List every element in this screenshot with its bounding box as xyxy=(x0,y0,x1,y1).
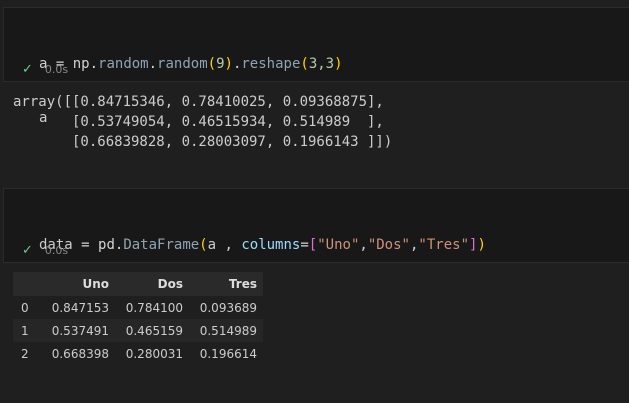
code-token: = xyxy=(300,237,309,253)
code-line-1: data = pd.DataFrame(a , columns=["Uno","… xyxy=(39,236,486,254)
cell-status-1: ✓ 0.0s xyxy=(22,62,68,77)
table-cell: 0.668398 xyxy=(41,342,115,365)
column-header-uno: Uno xyxy=(41,272,115,296)
code-token: pd xyxy=(98,237,115,253)
table-cell: 0.196614 xyxy=(189,342,263,365)
code-token: = xyxy=(72,237,99,253)
check-icon: ✓ xyxy=(22,62,33,77)
column-header-tres: Tres xyxy=(189,272,263,296)
code-token: , xyxy=(359,237,368,253)
code-token: ) xyxy=(477,237,486,253)
code-cell-1[interactable]: a = np.random.random(9).reshape(3,3) a ✓… xyxy=(3,7,629,126)
code-token: columns xyxy=(241,237,301,253)
code-token: random xyxy=(157,56,208,72)
code-token: . xyxy=(89,56,99,72)
output-line: [0.66839828, 0.28003097, 0.1966143 ]]) xyxy=(13,134,393,150)
table-cell: 0.514989 xyxy=(189,319,263,342)
table-row: 1 0.537491 0.465159 0.514989 xyxy=(13,319,263,342)
execution-time: 0.0s xyxy=(44,63,69,76)
code-token: . xyxy=(148,56,158,72)
notebook-page: a = np.random.random(9).reshape(3,3) a ✓… xyxy=(0,0,629,403)
code-line-1: a = np.random.random(9).reshape(3,3) xyxy=(39,55,343,73)
table-row: 2 0.668398 0.280031 0.196614 xyxy=(13,342,263,365)
index-header xyxy=(13,272,41,296)
cell-output-1: array([[0.84715346, 0.78410025, 0.093688… xyxy=(13,92,392,152)
execution-time: 0.0s xyxy=(44,244,69,257)
row-index: 0 xyxy=(13,296,41,319)
row-index: 1 xyxy=(13,319,41,342)
column-header-dos: Dos xyxy=(115,272,189,296)
code-token: 9 xyxy=(216,56,225,72)
code-token: ( xyxy=(199,237,208,253)
code-token: 3,3 xyxy=(308,56,335,72)
code-token: np xyxy=(72,56,90,72)
code-token: ( xyxy=(300,56,309,72)
code-token: ) xyxy=(224,56,233,72)
code-cell-2[interactable]: data = pd.DataFrame(a , columns=["Uno","… xyxy=(3,188,629,307)
code-token: "Dos" xyxy=(367,237,410,253)
code-token: [ xyxy=(308,237,318,253)
table-cell: 0.784100 xyxy=(115,296,189,319)
code-token: reshape xyxy=(241,56,301,72)
table-cell: 0.280031 xyxy=(115,342,189,365)
table-cell: 0.847153 xyxy=(41,296,115,319)
code-token: , xyxy=(216,237,242,253)
cell-status-2: ✓ 0.0s xyxy=(22,243,68,258)
table-header-row: Uno Dos Tres xyxy=(13,272,263,296)
code-token: random xyxy=(98,56,149,72)
code-token: "Uno" xyxy=(317,237,360,253)
table-cell: 0.465159 xyxy=(115,319,189,342)
table-row: 0 0.847153 0.784100 0.093689 xyxy=(13,296,263,319)
code-token: DataFrame xyxy=(123,237,200,253)
code-token: ( xyxy=(207,56,217,72)
row-index: 2 xyxy=(13,342,41,365)
code-token: "Tres" xyxy=(418,237,469,253)
code-token: ) xyxy=(334,56,343,72)
table-cell: 0.537491 xyxy=(41,319,115,342)
code-token: a xyxy=(207,237,217,253)
output-line: [0.53749054, 0.46515934, 0.514989 ], xyxy=(13,114,384,130)
table-cell: 0.093689 xyxy=(189,296,263,319)
output-line: array([[0.84715346, 0.78410025, 0.093688… xyxy=(13,94,384,110)
check-icon: ✓ xyxy=(22,243,33,258)
dataframe-table: Uno Dos Tres 0 0.847153 0.784100 0.09368… xyxy=(13,272,263,365)
